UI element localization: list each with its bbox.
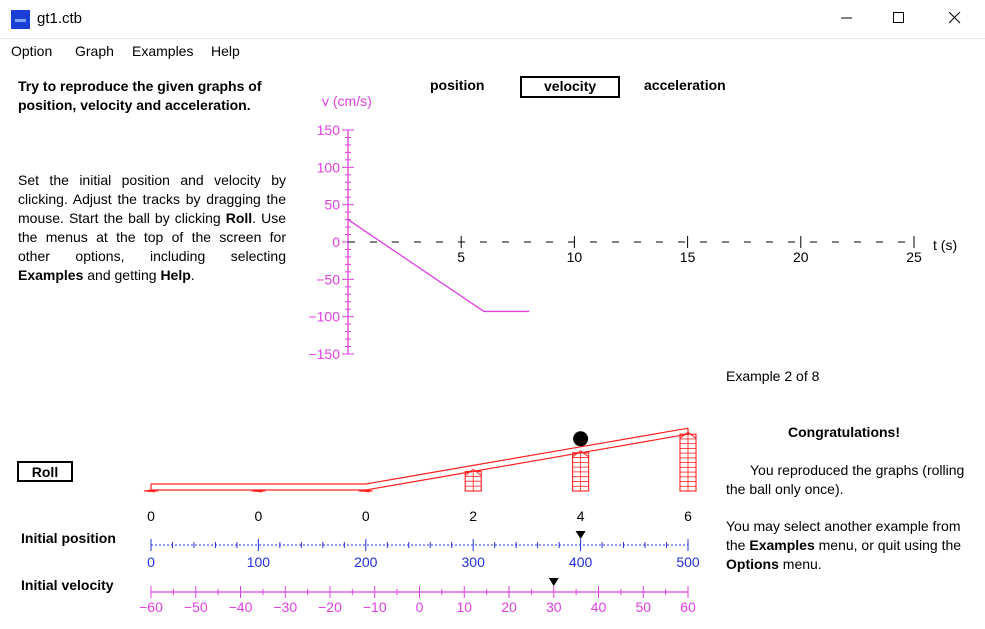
velocity-slider-label: −60 [139,599,163,615]
position-slider-label: 0 [147,554,155,570]
track-height-label: 0 [362,508,370,524]
close-icon [949,12,961,24]
velocity-slider-label: 20 [501,599,517,615]
title-bar: gt1.ctb [0,0,985,38]
position-slider-label: 100 [247,554,271,570]
velocity-slider-label: 60 [680,599,696,615]
menu-examples[interactable]: Examples [132,43,193,59]
minimize-button[interactable] [824,0,870,36]
position-marker-icon[interactable] [575,531,586,539]
track-height-label: 2 [469,508,477,524]
track-height-label: 0 [147,508,155,524]
velocity-slider-label: −40 [229,599,253,615]
menu-option[interactable]: Option [11,43,52,59]
track-area[interactable]: 0 0 0 2 4 60 100 200 300 400 500−60 −50 −40 −30 −20 −10… [0,64,985,629]
velocity-slider-label: −10 [363,599,387,615]
velocity-slider-label: 10 [456,599,472,615]
track-height-label: 6 [684,508,692,524]
velocity-slider-label: 40 [591,599,607,615]
window-title: gt1.ctb [37,10,83,27]
velocity-slider-label: 0 [416,599,424,615]
velocity-slider-label: 30 [546,599,562,615]
maximize-button[interactable] [876,0,922,36]
main-content: Try to reproduce the given graphs of pos… [0,64,985,629]
position-slider-label: 200 [354,554,378,570]
ball[interactable] [573,431,589,447]
track-height-label: 0 [255,508,263,524]
velocity-slider-label: 50 [635,599,651,615]
track-upper-rail [151,427,689,485]
velocity-slider-label: −20 [318,599,342,615]
menu-help[interactable]: Help [211,43,240,59]
position-slider-label: 500 [676,554,700,570]
maximize-icon [893,12,904,23]
velocity-slider-label: −50 [184,599,208,615]
close-button[interactable] [932,0,978,36]
track-height-label: 4 [577,508,585,524]
position-slider-label: 400 [569,554,593,570]
minimize-icon [841,17,852,19]
position-slider-label: 300 [462,554,486,570]
velocity-slider-label: −30 [273,599,297,615]
app-icon [11,10,30,29]
velocity-marker-icon[interactable] [548,578,559,586]
menu-graph[interactable]: Graph [75,43,114,59]
menu-bar: Option Graph Examples Help [0,38,985,65]
